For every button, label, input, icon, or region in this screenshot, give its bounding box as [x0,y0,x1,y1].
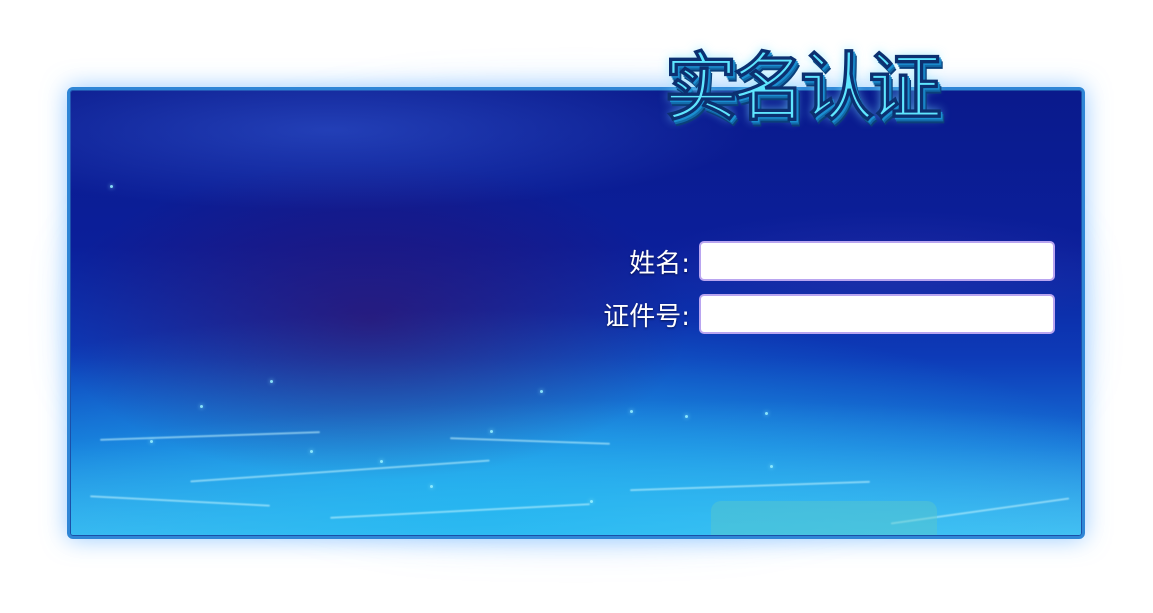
sparkle [765,412,768,415]
sparkle [540,390,543,393]
id-number-row: 证件号: [560,294,690,334]
id-number-label: 证件号: [603,301,690,332]
id-number-input[interactable] [699,294,1055,334]
sparkle [630,410,633,413]
sparkle [490,430,493,433]
sparkle [590,500,593,503]
sparkle [770,465,773,468]
sparkle [200,405,203,408]
sparkle [380,460,383,463]
sparkle [150,440,153,443]
sparkle [270,380,273,383]
sparkle [310,450,313,453]
sparkle [110,185,113,188]
name-row: 姓名: [580,241,690,281]
sparkle [685,415,688,418]
dialog-title: 实名认证 [664,45,943,132]
name-label: 姓名: [629,248,690,279]
dialog-stage: 实名认证 姓名: 证件号: [0,0,1153,613]
name-input[interactable] [699,241,1055,281]
submit-button[interactable] [711,501,937,535]
sparkle [430,485,433,488]
